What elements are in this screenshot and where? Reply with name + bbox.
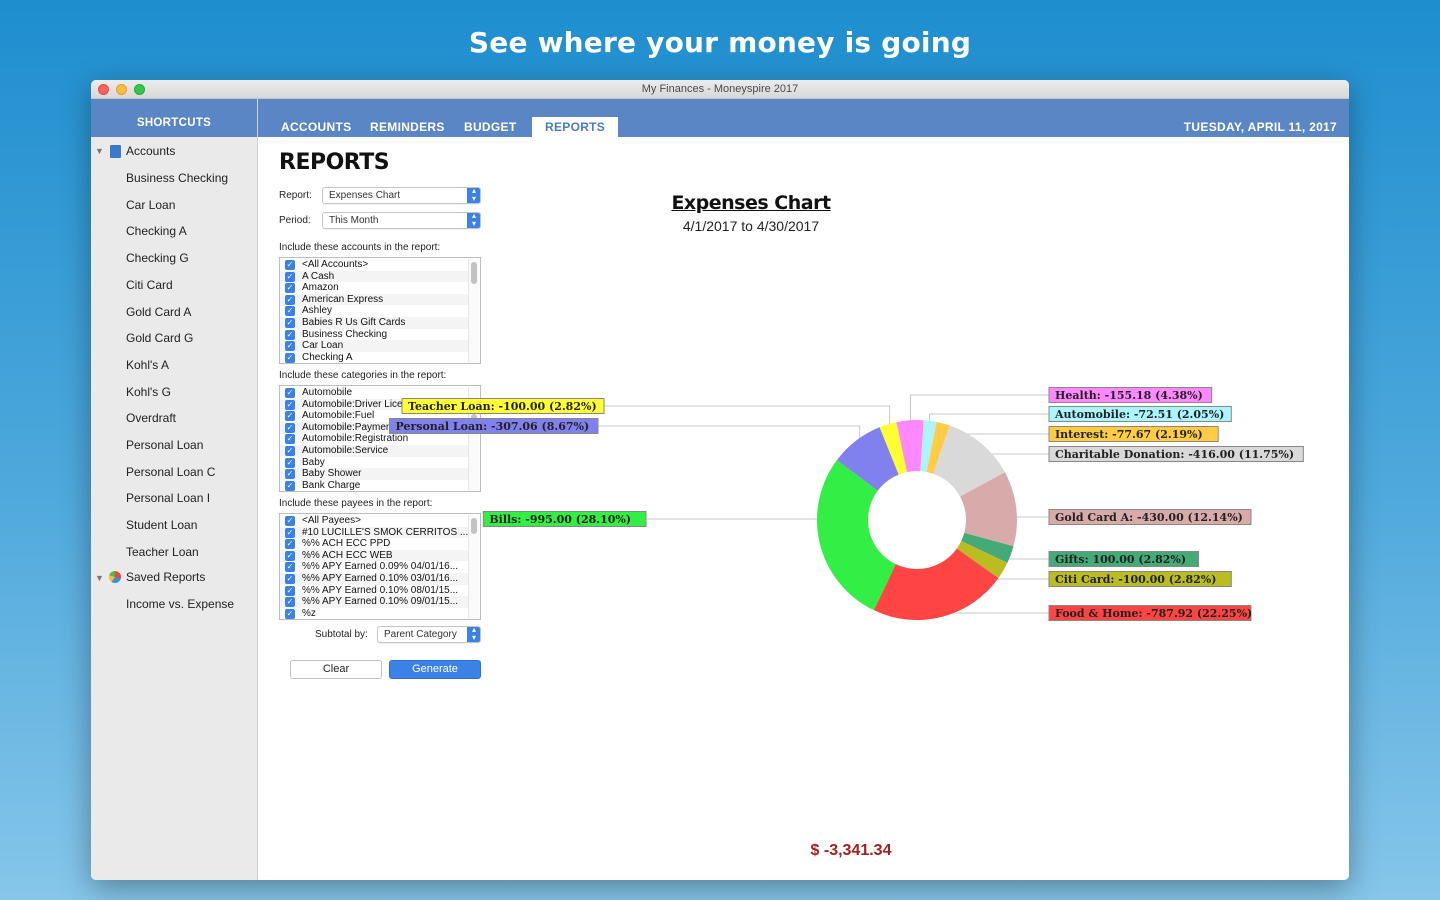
- slice-leader-line: [646, 518, 827, 543]
- app-window: My Finances - Moneyspire 2017 SHORTCUTS …: [91, 80, 1349, 880]
- slice-leader-line: [598, 425, 861, 446]
- promo-headline: See where your money is going: [468, 26, 972, 59]
- slice-label: Health: -155.18 (4.38%): [1055, 389, 1203, 402]
- slice-label: Gifts: 100.00 (2.82%): [1055, 553, 1186, 566]
- slice-label: Charitable Donation: -416.00 (11.75%): [1055, 448, 1294, 461]
- slice-label: Gold Card A: -430.00 (12.14%): [1055, 511, 1243, 524]
- slice-label: Interest: -77.67 (2.19%): [1055, 428, 1203, 441]
- slice-leader-line: [1004, 552, 1049, 560]
- slice-label: Automobile: -72.51 (2.05%): [1054, 408, 1224, 421]
- chart-total: $ -3,341.34: [810, 842, 892, 859]
- slice-label: Bills: -995.00 (28.10%): [489, 513, 631, 526]
- expenses-donut-chart: Teacher Loan: -100.00 (2.82%) Health: -15…: [389, 387, 1304, 621]
- slice-label: Food & Home: -787.92 (22.25%): [1055, 607, 1252, 620]
- slice-label: Personal Loan: -307.06 (8.67%): [396, 420, 590, 433]
- slice-label: Teacher Loan: -100.00 (2.82%): [408, 400, 597, 413]
- slice-label: Citi Card: -100.00 (2.82%): [1055, 573, 1216, 586]
- slice-leader-line: [997, 567, 1049, 580]
